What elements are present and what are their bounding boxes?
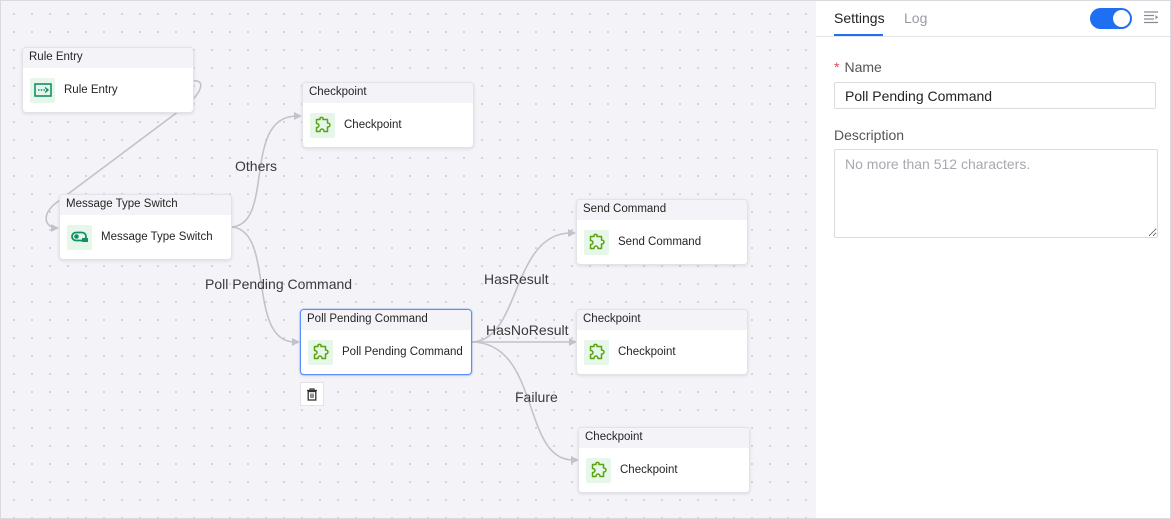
edge-label-failure[interactable]: Failure — [515, 389, 558, 405]
puzzle-icon — [308, 339, 333, 365]
active-tab-indicator — [834, 34, 883, 36]
edge-arrowhead — [568, 229, 576, 237]
node-rule-entry[interactable]: Rule Entry Rule Entry — [22, 47, 194, 113]
required-marker: * — [834, 59, 840, 75]
node-type-label: Rule Entry — [23, 48, 193, 68]
node-name: Checkpoint — [618, 346, 676, 358]
panel-tabs: Settings Log — [816, 1, 1170, 37]
edge-label-has-result[interactable]: HasResult — [484, 271, 549, 287]
node-name: Poll Pending Command — [342, 346, 463, 358]
tab-log[interactable]: Log — [904, 10, 927, 26]
switch-icon — [67, 224, 92, 250]
trash-icon — [307, 387, 317, 401]
puzzle-icon — [584, 229, 609, 255]
collapse-panel-icon[interactable] — [1143, 9, 1159, 25]
description-field-label: Description — [834, 127, 905, 143]
edge-arrowhead — [294, 112, 302, 120]
delete-node-button[interactable] — [300, 382, 324, 406]
description-input[interactable] — [834, 149, 1158, 238]
edge-label-poll-pending-command[interactable]: Poll Pending Command — [205, 276, 352, 292]
flow-canvas[interactable]: Others Poll Pending Command HasResult Ha… — [1, 1, 816, 518]
name-field-label: * Name — [834, 59, 882, 75]
node-enabled-toggle[interactable] — [1090, 8, 1132, 29]
node-checkpoint[interactable]: Checkpoint Checkpoint — [302, 82, 474, 148]
node-checkpoint[interactable]: Checkpoint Checkpoint — [576, 309, 748, 375]
tab-settings[interactable]: Settings — [834, 10, 885, 26]
node-type-label: Checkpoint — [303, 83, 473, 103]
node-checkpoint[interactable]: Checkpoint Checkpoint — [578, 427, 750, 493]
puzzle-icon — [310, 112, 335, 138]
puzzle-icon — [586, 457, 611, 483]
node-message-type-switch[interactable]: Message Type Switch Message Type Switch — [59, 194, 232, 260]
edge-arrowhead — [292, 338, 300, 346]
node-type-label: Send Command — [577, 200, 747, 220]
name-input[interactable] — [834, 82, 1156, 109]
edge-label-has-no-result[interactable]: HasNoResult — [486, 322, 568, 338]
node-name: Send Command — [618, 236, 702, 248]
node-type-label: Message Type Switch — [60, 195, 231, 215]
rule-chain-editor: Others Poll Pending Command HasResult Ha… — [0, 0, 1171, 519]
node-poll-pending-command[interactable]: Poll Pending Command Poll Pending Comman… — [300, 309, 472, 375]
node-name: Rule Entry — [64, 84, 118, 96]
node-type-label: Poll Pending Command — [301, 310, 471, 330]
edge-arrowhead — [51, 224, 59, 232]
rule-entry-icon — [30, 77, 55, 103]
puzzle-icon — [584, 339, 609, 365]
node-type-label: Checkpoint — [579, 428, 749, 448]
node-name: Checkpoint — [620, 464, 678, 476]
edge-label-others[interactable]: Others — [235, 158, 277, 174]
node-name: Checkpoint — [344, 119, 402, 131]
node-send-command[interactable]: Send Command Send Command — [576, 199, 748, 265]
node-name: Message Type Switch — [101, 231, 213, 243]
node-settings-panel: Settings Log *Name Description — [816, 1, 1170, 518]
node-type-label: Checkpoint — [577, 310, 747, 330]
